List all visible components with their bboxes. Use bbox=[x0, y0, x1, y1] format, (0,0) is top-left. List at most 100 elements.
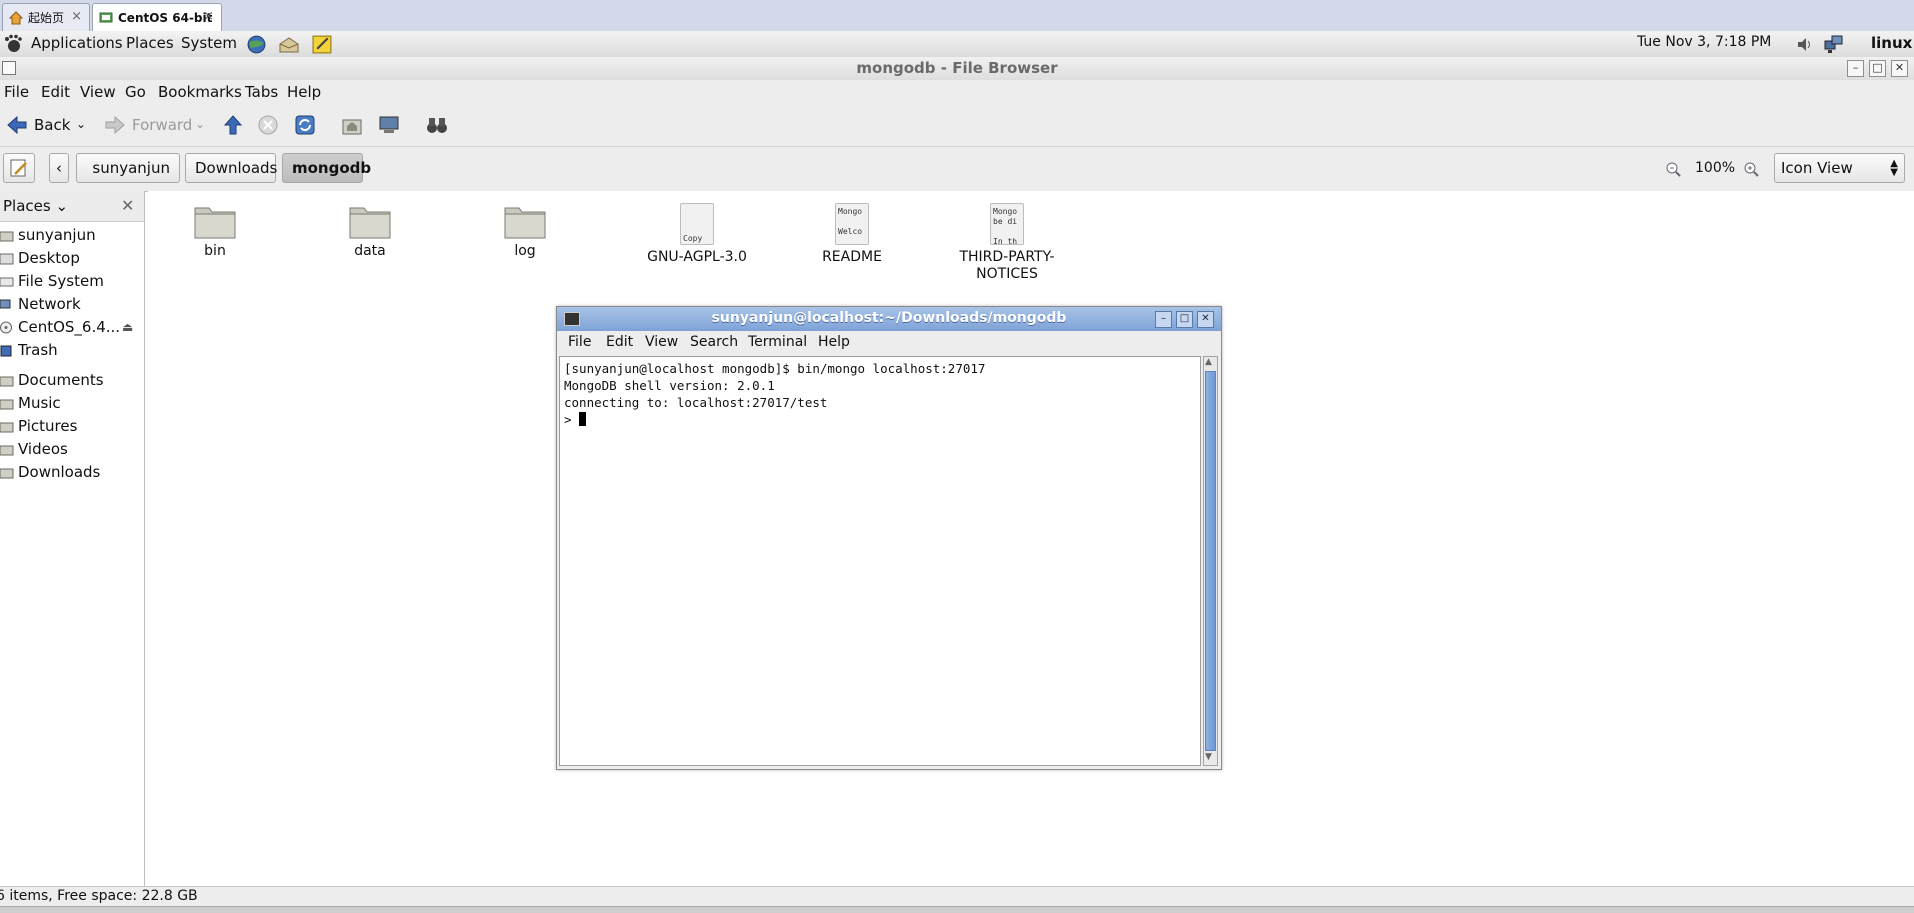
file-item-data[interactable]: data bbox=[340, 203, 400, 259]
sidebar-item-trash[interactable]: Trash bbox=[0, 339, 58, 361]
close-icon[interactable]: × bbox=[203, 9, 214, 24]
menu-file[interactable]: File bbox=[4, 83, 29, 101]
terminal-output[interactable]: [sunyanjun@localhost mongodb]$ bin/mongo… bbox=[559, 356, 1201, 766]
reload-icon[interactable] bbox=[294, 114, 316, 136]
file-item-third-party-notices[interactable]: Mongo be di In th THIRD-PARTY-NOTICES bbox=[950, 203, 1064, 283]
back-button[interactable]: Back bbox=[6, 111, 70, 139]
maximize-button[interactable]: □ bbox=[1869, 60, 1886, 77]
close-icon[interactable]: × bbox=[71, 9, 82, 24]
menu-bookmarks[interactable]: Bookmarks bbox=[158, 83, 242, 101]
terminal-scrollbar[interactable]: ▲ ▼ bbox=[1203, 356, 1218, 766]
sidebar-item-file-system[interactable]: File System bbox=[0, 270, 104, 292]
home-folder-icon bbox=[0, 229, 14, 242]
back-label: Back bbox=[34, 116, 70, 134]
back-arrow-icon bbox=[6, 114, 28, 136]
breadcrumb-scroll-left[interactable]: ‹ bbox=[49, 153, 69, 183]
panel-menu-applications[interactable]: Applications bbox=[31, 34, 123, 52]
host-tab-label: CentOS 64-bit bbox=[118, 11, 212, 25]
scrollbar-thumb[interactable] bbox=[1205, 371, 1216, 751]
close-icon[interactable]: ✕ bbox=[121, 196, 134, 215]
menu-view[interactable]: View bbox=[80, 83, 116, 101]
terminal-minimize-button[interactable]: – bbox=[1155, 311, 1172, 328]
sidebar-bookmark-documents[interactable]: Documents bbox=[0, 369, 104, 391]
breadcrumb-sunyanjun[interactable]: sunyanjun bbox=[76, 153, 180, 183]
menu-help[interactable]: Help bbox=[287, 83, 321, 101]
sidebar-header: Places ⌄ ✕ bbox=[0, 191, 144, 222]
sidebar-title[interactable]: Places ⌄ bbox=[3, 197, 68, 215]
sidebar-bookmark-videos[interactable]: Videos bbox=[0, 438, 68, 460]
computer-icon[interactable] bbox=[378, 114, 400, 136]
sidebar-item-centos-disc[interactable]: CentOS_6.4... ⏏ bbox=[0, 316, 140, 338]
menu-edit[interactable]: Edit bbox=[41, 83, 70, 101]
panel-clock[interactable]: Tue Nov 3, 7:18 PM bbox=[1637, 34, 1771, 50]
zoom-in-icon[interactable] bbox=[1743, 161, 1760, 178]
toggle-location-entry-button[interactable] bbox=[3, 153, 35, 183]
sidebar-bookmark-music[interactable]: Music bbox=[0, 392, 61, 414]
zoom-out-icon[interactable] bbox=[1665, 161, 1682, 178]
chevron-down-icon[interactable]: ⌄ bbox=[76, 117, 86, 131]
folder-icon bbox=[504, 203, 546, 239]
mail-icon[interactable] bbox=[278, 35, 300, 54]
chevron-down-icon[interactable]: ⌄ bbox=[195, 117, 205, 131]
spinner-arrows-icon: ▲▼ bbox=[1890, 159, 1898, 177]
terminal-menu-terminal[interactable]: Terminal bbox=[748, 334, 807, 350]
breadcrumb-downloads[interactable]: Downloads bbox=[185, 153, 276, 183]
menubar: File Edit View Go Bookmarks Tabs Help bbox=[0, 80, 1914, 104]
sidebar-item-network[interactable]: Network bbox=[0, 293, 81, 315]
file-item-gnu-agpl[interactable]: Copy GNU-AGPL-3.0 bbox=[640, 203, 754, 265]
terminal-title-bar[interactable]: sunyanjun@localhost:~/Downloads/mongodb … bbox=[557, 307, 1221, 331]
search-binoculars-icon[interactable] bbox=[425, 114, 449, 136]
scroll-down-icon[interactable]: ▼ bbox=[1205, 752, 1212, 762]
web-browser-icon[interactable] bbox=[246, 34, 267, 55]
breadcrumb-label: mongodb bbox=[292, 159, 371, 177]
file-item-log[interactable]: log bbox=[495, 203, 555, 259]
sidebar-item-label: Music bbox=[18, 394, 61, 412]
panel-menu-places[interactable]: Places bbox=[126, 34, 174, 52]
panel-user[interactable]: linux bbox=[1871, 34, 1912, 52]
sidebar-item-label: Downloads bbox=[18, 463, 100, 481]
breadcrumb-label: Downloads bbox=[195, 159, 277, 177]
sidebar-item-label: File System bbox=[18, 272, 104, 290]
breadcrumb-mongodb[interactable]: mongodb bbox=[282, 153, 363, 183]
terminal-maximize-button[interactable]: □ bbox=[1176, 311, 1193, 328]
window-title-bar[interactable]: mongodb - File Browser – □ ✕ bbox=[0, 57, 1914, 81]
panel-menu-system[interactable]: System bbox=[181, 34, 237, 52]
minimize-button[interactable]: – bbox=[1847, 60, 1864, 77]
terminal-menu-search[interactable]: Search bbox=[690, 334, 738, 350]
terminal-menu-help[interactable]: Help bbox=[818, 334, 850, 350]
sidebar-item-desktop[interactable]: Desktop bbox=[0, 247, 80, 269]
terminal-close-button[interactable]: ✕ bbox=[1197, 311, 1214, 328]
host-tab-home[interactable]: 起始页 × bbox=[2, 3, 90, 31]
volume-icon[interactable] bbox=[1796, 36, 1813, 53]
desktop-icon bbox=[0, 252, 14, 265]
menu-go[interactable]: Go bbox=[125, 83, 146, 101]
scroll-up-icon[interactable]: ▲ bbox=[1205, 357, 1212, 367]
network-icon[interactable] bbox=[1824, 35, 1844, 54]
menu-tabs[interactable]: Tabs bbox=[245, 83, 278, 101]
file-item-bin[interactable]: bin bbox=[185, 203, 245, 259]
terminal-line: connecting to: localhost:27017/test bbox=[564, 394, 1196, 411]
terminal-line: MongoDB shell version: 2.0.1 bbox=[564, 377, 1196, 394]
sidebar-item-sunyanjun[interactable]: sunyanjun bbox=[0, 224, 96, 246]
terminal-menu-view[interactable]: View bbox=[645, 334, 678, 350]
close-window-button[interactable]: ✕ bbox=[1891, 60, 1908, 77]
home-folder-icon[interactable] bbox=[341, 114, 363, 136]
forward-button[interactable]: Forward bbox=[104, 111, 192, 139]
disc-icon bbox=[0, 321, 14, 334]
stop-icon[interactable] bbox=[257, 114, 279, 136]
file-name: log bbox=[495, 243, 555, 259]
terminal-menu-edit[interactable]: Edit bbox=[606, 334, 633, 350]
eject-icon[interactable]: ⏏ bbox=[122, 320, 133, 334]
host-tab-strip: 起始页 × CentOS 64-bit × bbox=[0, 0, 1914, 32]
sidebar: Places ⌄ ✕ sunyanjun Desktop File System… bbox=[0, 191, 145, 886]
host-tab-centos[interactable]: CentOS 64-bit × bbox=[92, 3, 222, 31]
up-arrow-icon[interactable] bbox=[222, 114, 244, 136]
sidebar-bookmark-downloads[interactable]: Downloads bbox=[0, 461, 100, 483]
note-editor-icon[interactable] bbox=[312, 34, 333, 55]
view-mode-select[interactable]: Icon View ▲▼ bbox=[1774, 153, 1905, 183]
file-item-readme[interactable]: Mongo Welco README bbox=[795, 203, 909, 265]
terminal-window[interactable]: sunyanjun@localhost:~/Downloads/mongodb … bbox=[556, 306, 1222, 770]
sidebar-bookmark-pictures[interactable]: Pictures bbox=[0, 415, 77, 437]
terminal-menu-file[interactable]: File bbox=[568, 334, 591, 350]
terminal-prompt-line[interactable]: > bbox=[564, 411, 1196, 428]
